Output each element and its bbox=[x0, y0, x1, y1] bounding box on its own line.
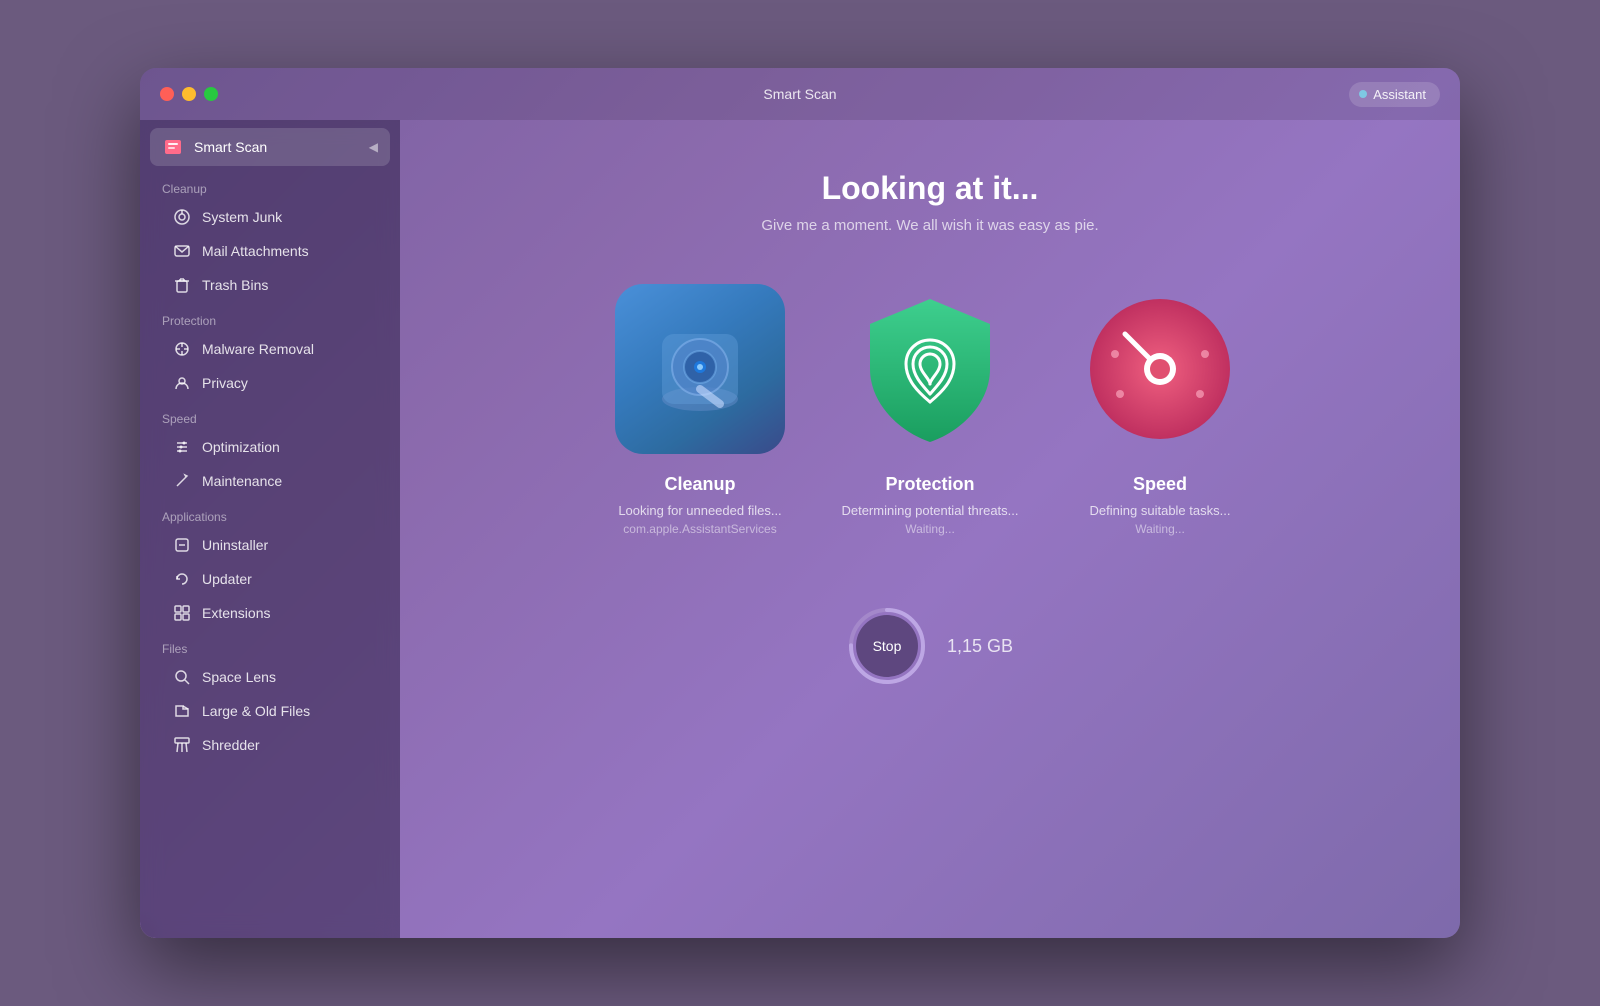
assistant-label: Assistant bbox=[1373, 87, 1426, 102]
main-title: Looking at it... bbox=[822, 170, 1039, 207]
shredder-label: Shredder bbox=[202, 737, 260, 753]
app-window: Smart Scan Assistant Smart Scan ◀ bbox=[140, 68, 1460, 938]
protection-icon bbox=[845, 284, 1015, 454]
large-old-files-label: Large & Old Files bbox=[202, 703, 310, 719]
protection-card-title: Protection bbox=[885, 474, 974, 495]
speed-card-title: Speed bbox=[1133, 474, 1187, 495]
sidebar-item-shredder[interactable]: Shredder bbox=[150, 728, 390, 762]
speed-card-status: Defining suitable tasks... bbox=[1090, 503, 1231, 518]
sidebar-item-optimization[interactable]: Optimization bbox=[150, 430, 390, 464]
shredder-icon bbox=[172, 735, 192, 755]
traffic-lights bbox=[160, 87, 218, 101]
size-label: 1,15 GB bbox=[947, 636, 1013, 657]
window-title: Smart Scan bbox=[763, 86, 836, 102]
malware-icon bbox=[172, 339, 192, 359]
extensions-icon bbox=[172, 603, 192, 623]
mail-icon bbox=[172, 241, 192, 261]
sidebar-item-updater[interactable]: Updater bbox=[150, 562, 390, 596]
system-junk-label: System Junk bbox=[202, 209, 282, 225]
sidebar-item-space-lens[interactable]: Space Lens bbox=[150, 660, 390, 694]
protection-card-status: Determining potential threats... bbox=[841, 503, 1018, 518]
sidebar-item-smart-scan[interactable]: Smart Scan ◀ bbox=[150, 128, 390, 166]
protection-card-sub-status: Waiting... bbox=[905, 522, 955, 536]
speed-icon bbox=[1075, 284, 1245, 454]
mail-attachments-label: Mail Attachments bbox=[202, 243, 309, 259]
close-button[interactable] bbox=[160, 87, 174, 101]
maximize-button[interactable] bbox=[204, 87, 218, 101]
minimize-button[interactable] bbox=[182, 87, 196, 101]
optimization-label: Optimization bbox=[202, 439, 280, 455]
uninstaller-label: Uninstaller bbox=[202, 537, 268, 553]
sidebar-section-protection: Protection bbox=[140, 302, 400, 332]
sidebar-arrow-icon: ◀ bbox=[369, 140, 378, 154]
system-junk-icon bbox=[172, 207, 192, 227]
uninstaller-icon bbox=[172, 535, 192, 555]
cleanup-card-status: Looking for unneeded files... bbox=[618, 503, 781, 518]
maintenance-icon bbox=[172, 471, 192, 491]
trash-bins-label: Trash Bins bbox=[202, 277, 268, 293]
stop-button-container: Stop bbox=[847, 606, 927, 686]
sidebar: Smart Scan ◀ Cleanup System Junk bbox=[140, 120, 400, 938]
sidebar-section-speed: Speed bbox=[140, 400, 400, 430]
speed-card-sub-status: Waiting... bbox=[1135, 522, 1185, 536]
main-subtitle: Give me a moment. We all wish it was eas… bbox=[761, 217, 1098, 234]
sidebar-item-malware-removal[interactable]: Malware Removal bbox=[150, 332, 390, 366]
assistant-dot-icon bbox=[1359, 90, 1367, 98]
sidebar-item-uninstaller[interactable]: Uninstaller bbox=[150, 528, 390, 562]
speed-card: Speed Defining suitable tasks... Waiting… bbox=[1060, 284, 1260, 536]
sidebar-item-extensions[interactable]: Extensions bbox=[150, 596, 390, 630]
cleanup-card: Cleanup Looking for unneeded files... co… bbox=[600, 284, 800, 536]
malware-removal-label: Malware Removal bbox=[202, 341, 314, 357]
large-files-icon bbox=[172, 701, 192, 721]
smart-scan-icon bbox=[162, 136, 184, 158]
updater-icon bbox=[172, 569, 192, 589]
sidebar-active-label: Smart Scan bbox=[194, 139, 267, 155]
protection-card: Protection Determining potential threats… bbox=[830, 284, 1030, 536]
sidebar-section-applications: Applications bbox=[140, 498, 400, 528]
main-content: Looking at it... Give me a moment. We al… bbox=[400, 120, 1460, 938]
privacy-icon bbox=[172, 373, 192, 393]
content-area: Smart Scan ◀ Cleanup System Junk bbox=[140, 120, 1460, 938]
title-bar: Smart Scan Assistant bbox=[140, 68, 1460, 120]
cards-row: Cleanup Looking for unneeded files... co… bbox=[600, 284, 1260, 536]
sidebar-item-mail-attachments[interactable]: Mail Attachments bbox=[150, 234, 390, 268]
sidebar-item-large-old-files[interactable]: Large & Old Files bbox=[150, 694, 390, 728]
trash-icon bbox=[172, 275, 192, 295]
updater-label: Updater bbox=[202, 571, 252, 587]
cleanup-card-title: Cleanup bbox=[664, 474, 735, 495]
optimization-icon bbox=[172, 437, 192, 457]
sidebar-section-files: Files bbox=[140, 630, 400, 660]
sidebar-item-maintenance[interactable]: Maintenance bbox=[150, 464, 390, 498]
cleanup-card-sub-status: com.apple.AssistantServices bbox=[623, 522, 776, 536]
sidebar-item-privacy[interactable]: Privacy bbox=[150, 366, 390, 400]
maintenance-label: Maintenance bbox=[202, 473, 282, 489]
extensions-label: Extensions bbox=[202, 605, 270, 621]
privacy-label: Privacy bbox=[202, 375, 248, 391]
space-lens-label: Space Lens bbox=[202, 669, 276, 685]
bottom-controls: Stop 1,15 GB bbox=[847, 606, 1013, 686]
sidebar-item-trash-bins[interactable]: Trash Bins bbox=[150, 268, 390, 302]
stop-button[interactable]: Stop bbox=[856, 615, 918, 677]
assistant-button[interactable]: Assistant bbox=[1349, 82, 1440, 107]
cleanup-icon bbox=[615, 284, 785, 454]
sidebar-section-cleanup: Cleanup bbox=[140, 170, 400, 200]
space-lens-icon bbox=[172, 667, 192, 687]
sidebar-item-system-junk[interactable]: System Junk bbox=[150, 200, 390, 234]
